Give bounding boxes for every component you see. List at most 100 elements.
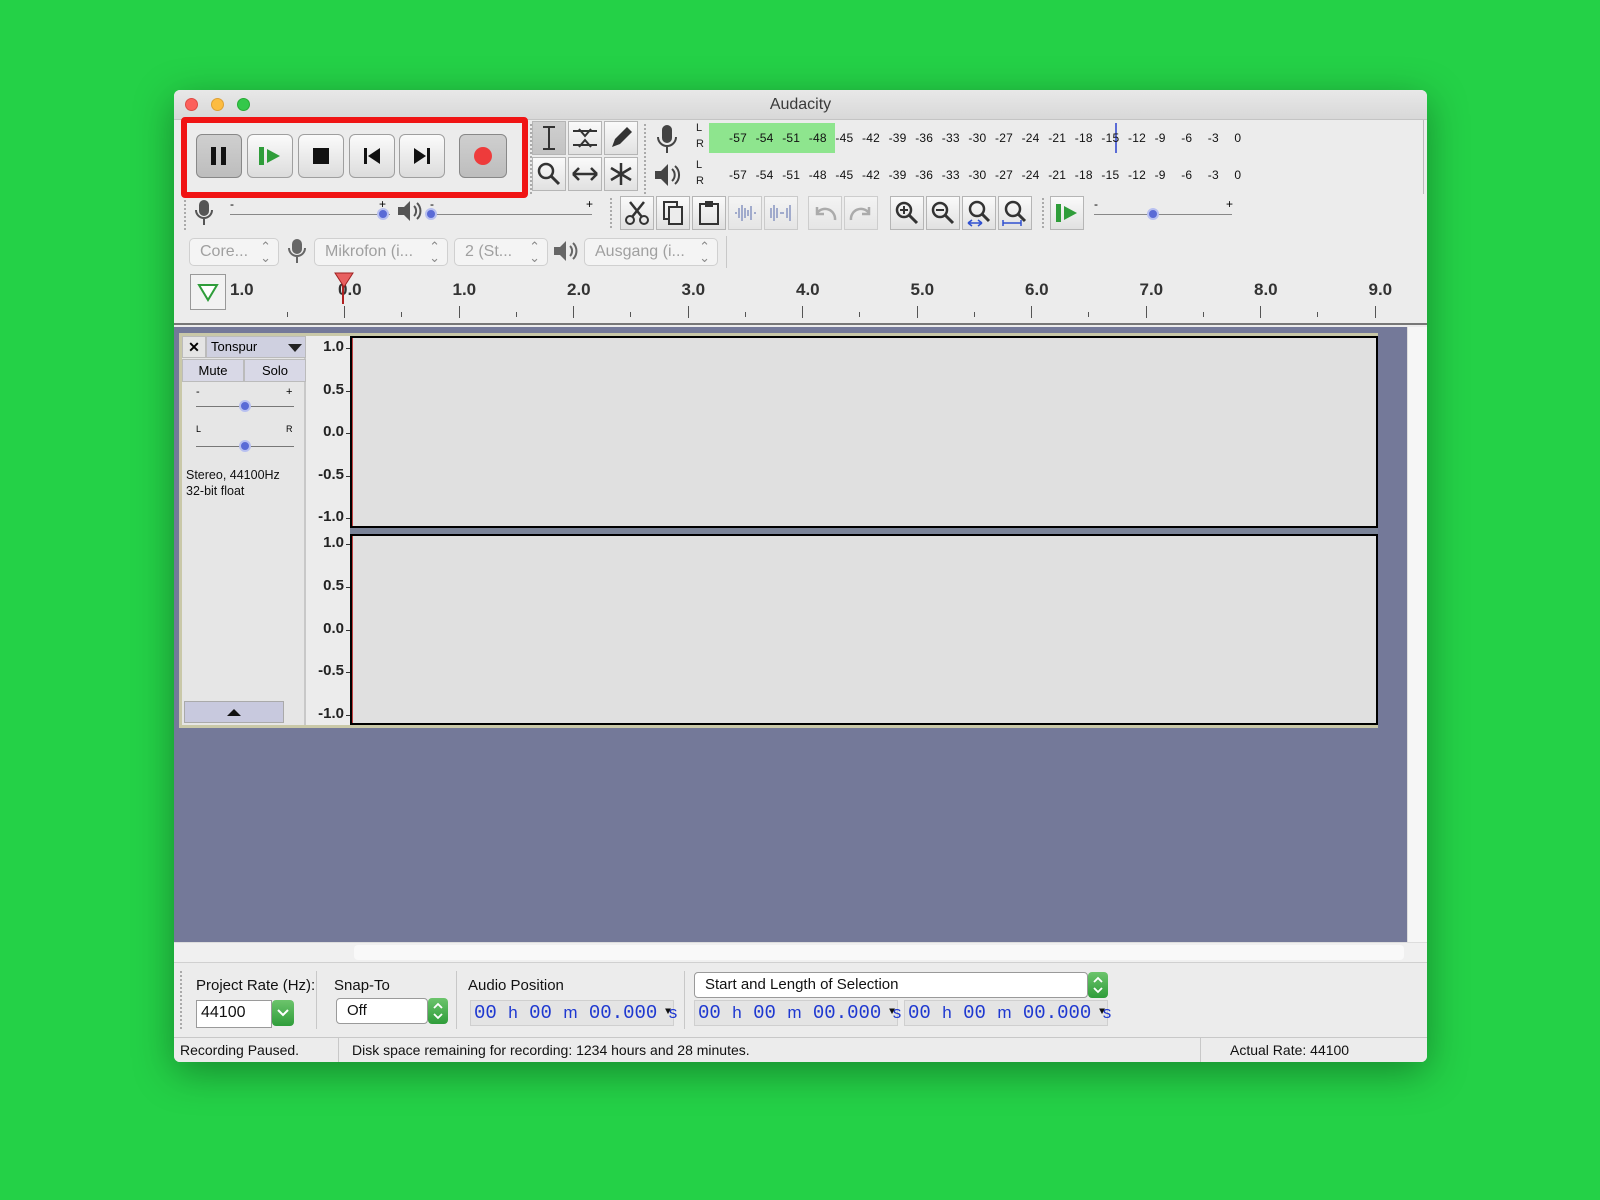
- time-minutes: 00: [529, 1002, 552, 1024]
- selection-length-time[interactable]: 00 h 00 m 00.000 s ▼: [904, 1000, 1111, 1026]
- zoom-in-button[interactable]: [890, 196, 924, 230]
- chevron-updown-icon: ⌃ ⌄: [260, 239, 271, 265]
- ruler-tick-mark: [859, 312, 861, 317]
- play-meter-button[interactable]: [652, 160, 684, 194]
- selection-mode-select[interactable]: Start and Length of Selection: [694, 972, 1088, 998]
- time-seconds: 00.000: [588, 1002, 658, 1024]
- audio-position-time[interactable]: 00 h 00 m 00.000 s ▼: [470, 1000, 677, 1026]
- meter-tick-label: -30: [968, 131, 987, 145]
- y-axis-label: -1.0: [318, 508, 344, 525]
- y-axis-label: 1.0: [323, 534, 344, 551]
- i-beam-icon: [543, 126, 555, 150]
- selection-start-time[interactable]: 00 h 00 m 00.000 s ▼: [694, 1000, 901, 1026]
- recording-channels-select[interactable]: 2 (St... ⌃ ⌄: [454, 238, 548, 266]
- playback-device-select[interactable]: Ausgang (i... ⌃ ⌄: [584, 238, 718, 266]
- input-volume-thumb[interactable]: [377, 208, 389, 220]
- time-h-unit: h: [942, 1003, 952, 1022]
- time-format-menu-icon[interactable]: ▼: [665, 1001, 671, 1025]
- y-axis-label: 0.0: [323, 619, 344, 637]
- audio-host-select[interactable]: Core... ⌃ ⌄: [189, 238, 279, 266]
- paste-button[interactable]: [692, 196, 726, 230]
- fit-project-button[interactable]: [998, 196, 1032, 230]
- time-hours: 00: [474, 1002, 497, 1024]
- meter-tick-label: -42: [862, 168, 880, 182]
- audio-track[interactable]: ✕ Tonspur Mute Solo - + L R Stereo, 4410…: [179, 333, 1378, 728]
- project-rate-dropdown-button[interactable]: [272, 1000, 294, 1026]
- toolbar-grip[interactable]: [1042, 198, 1044, 228]
- zoom-tool-button[interactable]: [532, 157, 566, 191]
- cut-button[interactable]: [620, 196, 654, 230]
- track-vertical-ruler[interactable]: 1.0 0.5 0.0 -0.5 -1.0 1.0 0.5 0.0 -0.5 -1.0: [308, 336, 350, 725]
- fit-selection-button[interactable]: [962, 196, 996, 230]
- vertical-scrollbar[interactable]: [1407, 327, 1427, 942]
- selection-mode-stepper[interactable]: [1088, 972, 1108, 998]
- toolbar-grip[interactable]: [184, 200, 186, 230]
- y-axis-left-channel: 1.0 0.5 0.0 -0.5 -1.0: [308, 336, 350, 528]
- play-at-speed-button[interactable]: [1050, 196, 1084, 230]
- horizontal-scrollbar[interactable]: [174, 942, 1427, 962]
- snap-to-select[interactable]: Off: [336, 998, 428, 1024]
- snap-to-stepper[interactable]: [428, 998, 448, 1024]
- silence-button[interactable]: [764, 196, 798, 230]
- gain-slider-thumb[interactable]: [239, 400, 251, 412]
- y-axis-label: 1.0: [323, 338, 344, 355]
- y-axis-label: 0.0: [323, 423, 344, 440]
- divider: [316, 971, 317, 1029]
- envelope-tool-button[interactable]: [568, 121, 602, 155]
- project-rate-label: Project Rate (Hz):: [196, 977, 316, 994]
- record-meter-button[interactable]: [652, 122, 684, 156]
- toolbar-grip[interactable]: [180, 971, 182, 1029]
- recording-device-select[interactable]: Mikrofon (i... ⌃ ⌄: [314, 238, 448, 266]
- toolbar-grip[interactable]: [644, 124, 646, 194]
- output-volume-thumb[interactable]: [425, 208, 437, 220]
- multi-tool-button[interactable]: [604, 157, 638, 191]
- collapse-track-button[interactable]: [184, 701, 284, 723]
- record-meter[interactable]: -57 -54 -51 -48 -45 -42 -39 -36 -33 -30 -27 -24 -21-…: [709, 121, 1417, 155]
- play-meter[interactable]: -57 -54 -51 -48 -45 -42 -39 -36 -33 -30 -27 -24 -21-…: [709, 158, 1417, 192]
- pan-slider-thumb[interactable]: [239, 440, 251, 452]
- waveform-left-channel[interactable]: [350, 336, 1378, 528]
- track-name-menu[interactable]: Tonspur: [206, 336, 306, 358]
- meter-tick-label: -39: [888, 131, 907, 145]
- ruler-tick-mark: [630, 312, 632, 317]
- horizontal-scroll-thumb[interactable]: [354, 945, 1404, 960]
- draw-tool-button[interactable]: [604, 121, 638, 155]
- undo-button[interactable]: [808, 196, 842, 230]
- time-shift-tool-button[interactable]: [568, 157, 602, 191]
- y-axis-label: -0.5: [318, 465, 344, 483]
- time-minutes: 00: [753, 1002, 776, 1024]
- divider: [456, 971, 457, 1029]
- audacity-window: Audacity L R L R -57 -54 -51 -48 -45 -42…: [174, 90, 1427, 1062]
- dropdown-triangle-icon: [288, 344, 302, 352]
- time-h-unit: h: [732, 1003, 742, 1022]
- meter-tick-label: -36: [915, 168, 934, 182]
- selection-tool-button[interactable]: [532, 121, 566, 155]
- playhead-triangle-icon[interactable]: [334, 272, 354, 288]
- trim-button[interactable]: [728, 196, 762, 230]
- redo-button[interactable]: [844, 196, 878, 230]
- timeline-ruler[interactable]: 1.0 0.0 1.0 2.0 3.0 4.0 5.0 6.0 7.0 8.0 9.0: [174, 270, 1427, 325]
- playback-speed-thumb[interactable]: [1147, 208, 1159, 220]
- track-close-button[interactable]: ✕: [182, 336, 206, 358]
- meter-tick-label: -39: [888, 168, 907, 182]
- time-format-menu-icon[interactable]: ▼: [1099, 1001, 1105, 1025]
- copy-button[interactable]: [656, 196, 690, 230]
- rec-slider-minus: -: [230, 197, 234, 211]
- output-volume-slider[interactable]: [430, 214, 592, 215]
- toolbar-grip[interactable]: [610, 198, 612, 228]
- silence-audio-icon: [770, 205, 791, 221]
- tracks-panel[interactable]: ✕ Tonspur Mute Solo - + L R Stereo, 4410…: [174, 327, 1407, 942]
- playback-speed-slider[interactable]: [1094, 214, 1232, 215]
- y-axis-label: -0.5: [318, 662, 344, 680]
- time-format-menu-icon[interactable]: ▼: [889, 1001, 895, 1025]
- track-name: Tonspur: [211, 339, 258, 354]
- solo-button[interactable]: Solo: [244, 359, 306, 382]
- close-icon: ✕: [188, 339, 200, 355]
- project-rate-input[interactable]: 44100: [196, 1000, 272, 1028]
- waveform-right-channel[interactable]: [350, 534, 1378, 725]
- mute-button[interactable]: Mute: [182, 359, 244, 382]
- meter-tick-label: -12: [1128, 168, 1146, 182]
- zoom-out-button[interactable]: [926, 196, 960, 230]
- status-state: Recording Paused.: [180, 1042, 300, 1058]
- input-volume-slider[interactable]: [230, 214, 390, 215]
